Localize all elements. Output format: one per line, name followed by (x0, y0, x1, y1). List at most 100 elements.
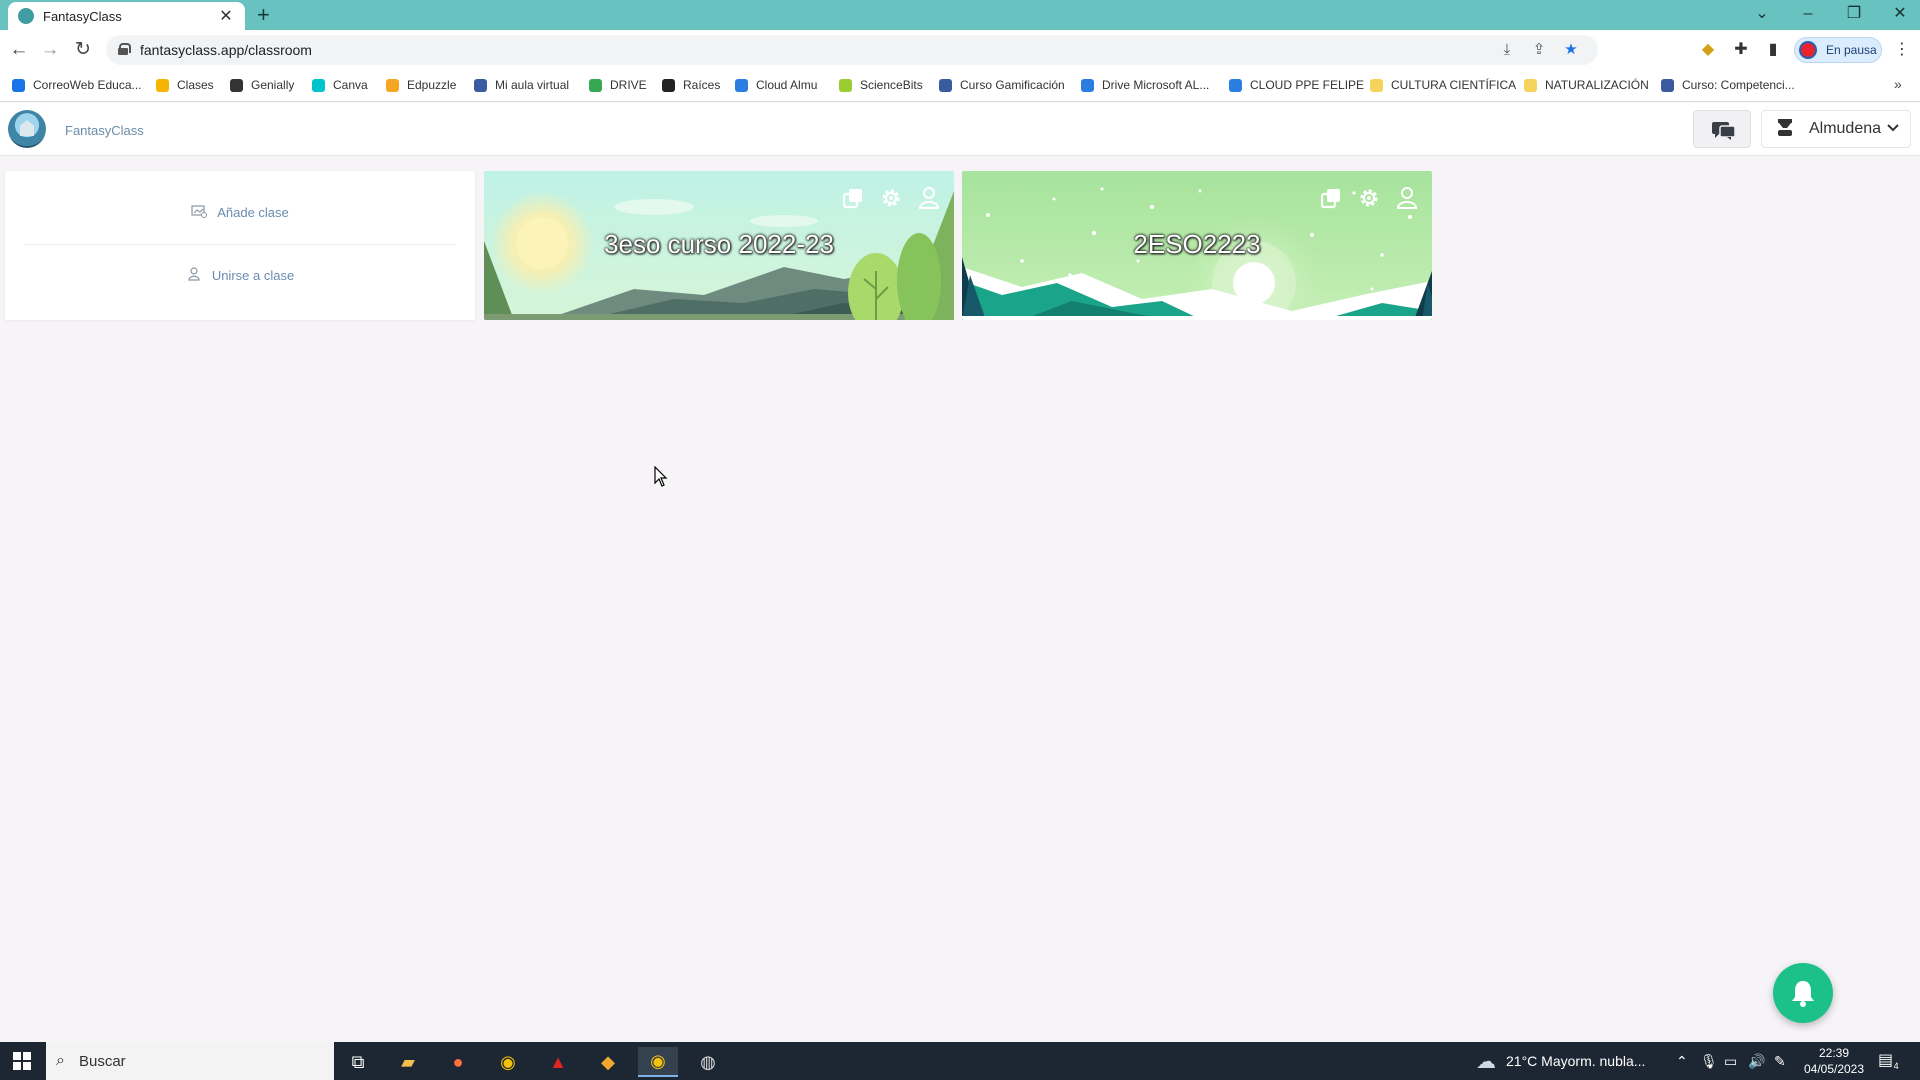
folder-icon (1524, 78, 1537, 92)
bookmark-item[interactable]: NATURALIZACIÓN (1524, 78, 1649, 92)
duplicate-class-button[interactable] (836, 183, 870, 213)
user-icon (186, 267, 202, 284)
recorder-icon[interactable]: ◍ (688, 1047, 728, 1077)
genially-icon (230, 78, 243, 92)
restore-button[interactable]: ❐ (1839, 2, 1869, 26)
lock-icon[interactable] (118, 43, 131, 55)
forward-button[interactable]: → (38, 38, 62, 62)
address-bar[interactable]: fantasyclass.app/classroom ⤓ ⇪ ★ (106, 35, 1598, 65)
firefox-icon[interactable]: ● (438, 1047, 478, 1077)
notification-icon: ▤ (1878, 1052, 1894, 1069)
notifications-button[interactable] (1773, 963, 1833, 1023)
app-name-link[interactable]: FantasyClass (65, 123, 144, 138)
start-button[interactable] (0, 1042, 44, 1080)
side-panel-icon[interactable]: ▮ (1762, 39, 1784, 61)
class-card[interactable]: 3eso curso 2022-23 (484, 171, 954, 320)
app-icon[interactable]: ◆ (588, 1047, 628, 1077)
bookmark-item[interactable]: Drive Microsoft AL... (1081, 78, 1209, 92)
user-avatar-icon (1774, 118, 1797, 141)
bookmarks-bar: CorreoWeb Educa... Clases Genially Canva… (0, 70, 1920, 102)
system-clock[interactable]: 22:39 04/05/2023 (1800, 1045, 1868, 1077)
profile-status-label: En pausa (1826, 43, 1877, 57)
bookmark-label: DRIVE (610, 78, 647, 92)
bookmark-item[interactable]: Clases (156, 78, 214, 92)
extensions-puzzle-icon[interactable]: ✚ (1730, 39, 1752, 61)
bookmark-item[interactable]: Mi aula virtual (474, 78, 569, 92)
pen-icon[interactable]: ✎ (1774, 1042, 1786, 1080)
chrome-icon[interactable]: ◉ (488, 1047, 528, 1077)
weather-text: 21°C Mayorm. nubla... (1506, 1053, 1646, 1069)
profile-pause-button[interactable]: En pausa (1794, 37, 1882, 63)
class-students-button[interactable] (912, 183, 946, 213)
notification-center-button[interactable]: ▤ 4 (1878, 1050, 1903, 1071)
bookmark-item[interactable]: Genially (230, 78, 294, 92)
bookmark-item[interactable]: ScienceBits (839, 78, 923, 92)
reload-button[interactable]: ↻ (71, 38, 95, 62)
extension-icon[interactable]: ◆ (1697, 39, 1719, 61)
onedrive-icon (1081, 78, 1094, 92)
chat-button[interactable] (1693, 110, 1751, 148)
close-window-button[interactable]: ✕ (1885, 2, 1915, 26)
class-card-actions (1314, 183, 1424, 213)
weather-widget[interactable]: ☁ 21°C Mayorm. nubla... (1476, 1042, 1645, 1080)
class-settings-button[interactable] (874, 183, 908, 213)
add-class-label: Añade clase (217, 205, 289, 220)
install-app-icon[interactable]: ⤓ (1496, 40, 1518, 60)
browser-tab[interactable]: FantasyClass ✕ (8, 2, 245, 30)
share-icon[interactable]: ⇪ (1528, 40, 1550, 60)
file-explorer-icon[interactable]: ▰ (388, 1047, 428, 1077)
microphone-icon[interactable]: 🎙 (1700, 1042, 1718, 1080)
cloud-icon (735, 78, 748, 92)
bookmark-item[interactable]: Curso Gamificación (939, 78, 1065, 92)
join-class-button[interactable]: Unirse a clase (5, 267, 475, 284)
bookmark-item[interactable]: Edpuzzle (386, 78, 456, 92)
user-name: Almudena (1808, 120, 1882, 137)
classroom-icon (156, 78, 169, 92)
bookmark-label: Drive Microsoft AL... (1102, 78, 1210, 92)
tab-search-icon[interactable]: ⌄ (1747, 2, 1777, 26)
class-title[interactable]: 3eso curso 2022-23 (484, 229, 954, 260)
back-button[interactable]: ← (7, 38, 31, 62)
taskbar-search-box[interactable]: ⌕ Buscar (46, 1042, 334, 1080)
bookmark-label: CULTURA CIENTÍFICA (1391, 78, 1517, 92)
fantasyclass-logo-icon[interactable] (8, 110, 46, 148)
chrome-active-icon[interactable]: ◉ (638, 1047, 678, 1077)
bookmark-item[interactable]: CULTURA CIENTÍFICA (1370, 78, 1516, 92)
class-card[interactable]: 2ESO2223 (962, 171, 1432, 320)
new-tab-button[interactable]: + (257, 3, 270, 27)
class-actions-card: Añade clase Unirse a clase (5, 171, 475, 320)
duplicate-class-button[interactable] (1314, 183, 1348, 213)
bookmark-star-icon[interactable]: ★ (1560, 40, 1582, 60)
task-view-icon[interactable]: ⧉ (338, 1047, 378, 1077)
bookmark-item[interactable]: Canva (312, 78, 368, 92)
divider (25, 244, 455, 245)
bookmark-item[interactable]: CorreoWeb Educa... (12, 78, 142, 92)
bookmark-item[interactable]: Curso: Competenci... (1661, 78, 1795, 92)
graduation-cap-icon (1661, 78, 1674, 92)
bookmark-item[interactable]: CLOUD PPE FELIPE (1229, 78, 1364, 92)
bookmark-label: Mi aula virtual (495, 78, 570, 92)
add-class-button[interactable]: Añade clase (5, 204, 475, 221)
close-tab-icon[interactable]: ✕ (217, 6, 235, 26)
class-settings-button[interactable] (1352, 183, 1386, 213)
more-bookmarks-icon[interactable]: » (1894, 76, 1902, 92)
class-title[interactable]: 2ESO2223 (962, 229, 1432, 260)
network-icon[interactable]: ▭ (1724, 1042, 1737, 1080)
acrobat-icon[interactable]: ▲ (538, 1047, 578, 1077)
user-menu-button[interactable]: Almudena (1761, 110, 1911, 148)
bookmark-label: NATURALIZACIÓN (1545, 78, 1649, 92)
class-students-button[interactable] (1390, 183, 1424, 213)
bookmark-item[interactable]: Cloud Almu (735, 78, 817, 92)
volume-icon[interactable]: 🔊 (1748, 1042, 1765, 1080)
bookmark-item[interactable]: Raíces (662, 78, 720, 92)
clock-time: 22:39 (1818, 1046, 1850, 1060)
bell-icon (1792, 981, 1814, 1007)
minimize-button[interactable]: – (1793, 2, 1823, 26)
chevron-up-icon[interactable]: ⌃ (1676, 1042, 1688, 1080)
user-icon (1397, 187, 1417, 209)
url-text[interactable]: fantasyclass.app/classroom (140, 42, 312, 58)
browser-menu-icon[interactable]: ⋮ (1891, 39, 1913, 61)
bookmark-item[interactable]: DRIVE (589, 78, 647, 92)
bookmark-label: Canva (333, 78, 368, 92)
edpuzzle-icon (386, 78, 399, 92)
